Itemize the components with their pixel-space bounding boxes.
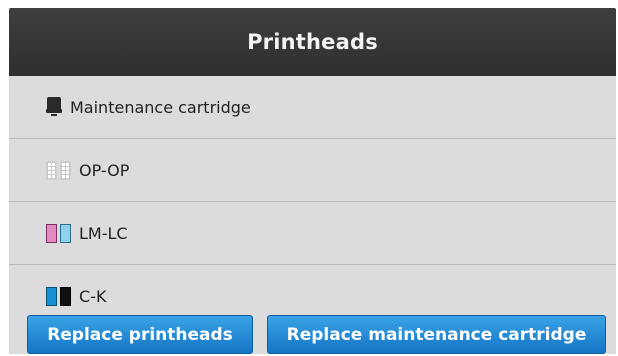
light-magenta-light-cyan-printhead-icon [46, 223, 71, 243]
list-item-op-op[interactable]: OP-OP [9, 139, 616, 202]
maintenance-cartridge-icon [46, 97, 62, 117]
cyan-black-printhead-icon [46, 286, 71, 306]
light-magenta-cartridge-icon [46, 223, 57, 243]
page-title-text: Printheads [247, 30, 378, 54]
list-item-label: Maintenance cartridge [70, 97, 251, 117]
list-item-label: C-K [79, 286, 107, 306]
optimizer-cartridge-left-icon [46, 160, 57, 180]
list-item-label: OP-OP [79, 160, 130, 180]
action-bar: Replace printheads Replace maintenance c… [9, 315, 616, 354]
page-title: Printheads [9, 8, 616, 76]
black-cartridge-icon [60, 286, 71, 306]
list-item-maintenance-cartridge[interactable]: Maintenance cartridge [9, 76, 616, 139]
light-cyan-cartridge-icon [60, 223, 71, 243]
optimizer-cartridge-right-icon [60, 160, 71, 180]
optimizer-printhead-icon [46, 160, 71, 180]
replace-maintenance-cartridge-button[interactable]: Replace maintenance cartridge [267, 315, 606, 354]
printheads-screen: Printheads Maintenance cartridge OP-OP L… [9, 8, 616, 354]
cyan-cartridge-icon [46, 286, 57, 306]
printhead-list: Maintenance cartridge OP-OP LM-LC C-K [9, 76, 616, 328]
list-item-label: LM-LC [79, 223, 128, 243]
replace-printheads-button[interactable]: Replace printheads [27, 315, 253, 354]
list-item-lm-lc[interactable]: LM-LC [9, 202, 616, 265]
